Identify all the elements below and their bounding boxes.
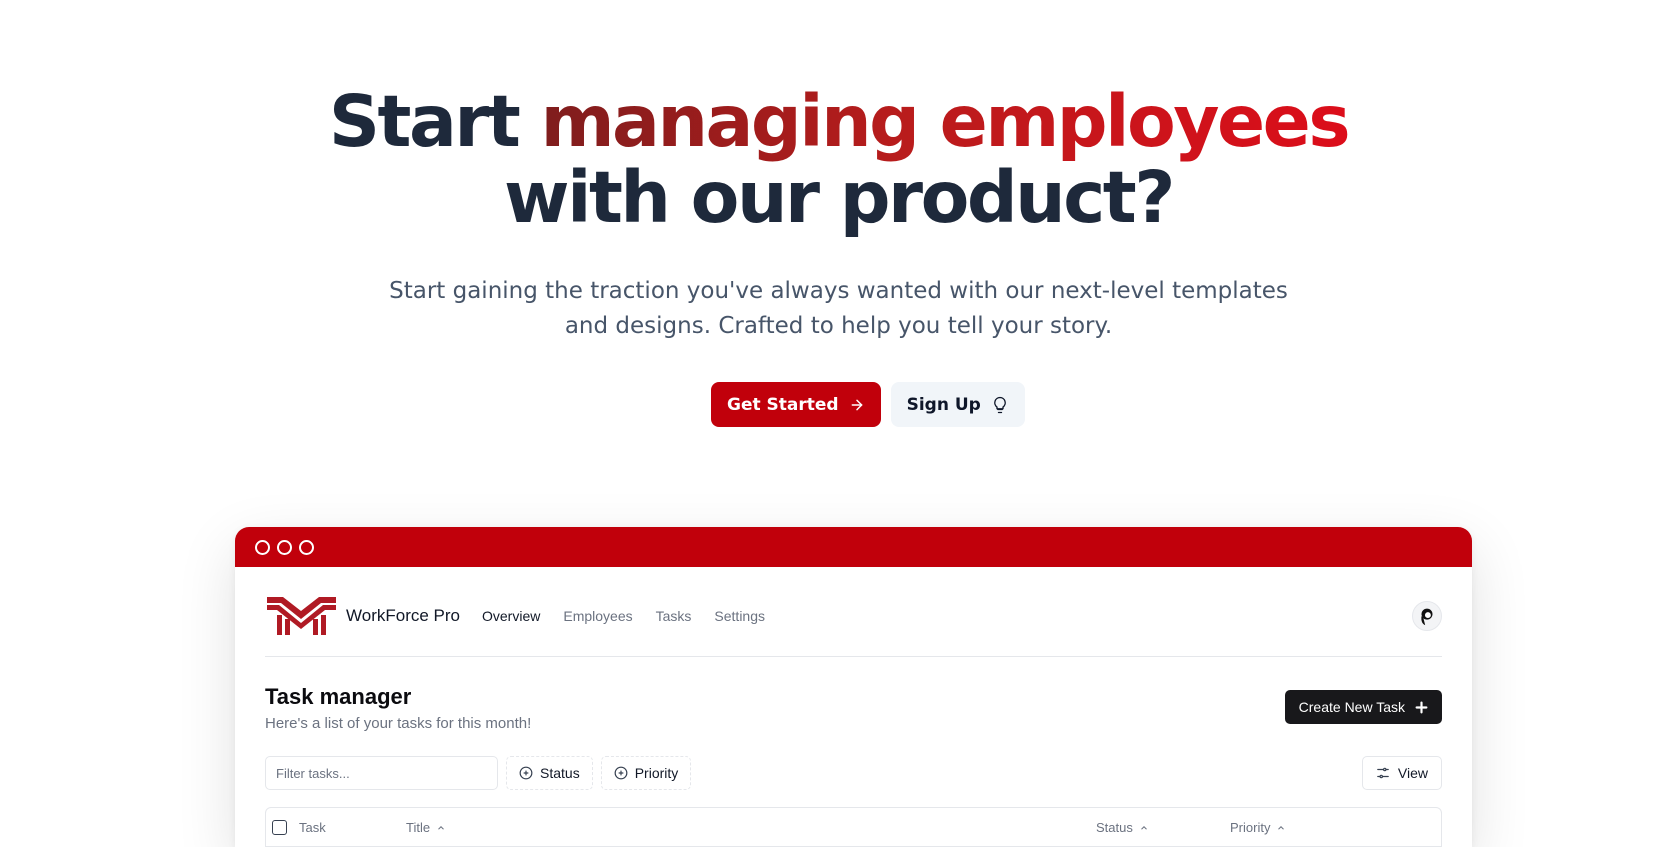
create-task-label: Create New Task	[1298, 699, 1405, 715]
table-header-row: Task Title Status Priority	[265, 807, 1442, 847]
priority-filter-button[interactable]: Priority	[600, 756, 692, 790]
nav-employees[interactable]: Employees	[563, 608, 632, 624]
get-started-label: Get Started	[727, 394, 839, 415]
column-priority: Priority	[1230, 820, 1271, 835]
select-all-checkbox[interactable]	[272, 820, 287, 835]
priority-filter-label: Priority	[634, 765, 679, 781]
status-filter-button[interactable]: Status	[506, 756, 593, 790]
column-priority-header[interactable]: Priority	[1230, 820, 1286, 835]
cta-row: Get Started Sign Up	[711, 382, 1025, 427]
window-dot-icon	[255, 539, 270, 555]
get-started-button[interactable]: Get Started	[711, 382, 881, 427]
view-label: View	[1397, 765, 1428, 781]
hero-subtitle: Start gaining the traction you've always…	[0, 274, 1677, 344]
sign-up-button[interactable]: Sign Up	[890, 382, 1025, 427]
brand-name: WorkForce Pro	[346, 605, 460, 625]
column-status: Status	[1096, 820, 1133, 835]
sign-up-label: Sign Up	[906, 394, 981, 415]
subtitle-line-2: and designs. Crafted to help you tell yo…	[564, 313, 1113, 339]
column-title: Title	[406, 820, 431, 835]
user-avatar[interactable]	[1412, 600, 1442, 631]
column-task: Task	[299, 820, 326, 835]
status-filter-label: Status	[540, 765, 580, 781]
nav-tasks[interactable]: Tasks	[656, 608, 692, 624]
chevron-up-icon	[1140, 825, 1147, 830]
app-preview-window: WorkForce Pro Overview Employees Tasks S…	[235, 527, 1472, 847]
filter-tasks-input[interactable]	[265, 756, 498, 790]
window-dot-icon	[277, 539, 292, 555]
plus-circle-icon	[614, 766, 628, 780]
window-dot-icon	[299, 539, 314, 555]
column-status-header[interactable]: Status	[1096, 820, 1149, 835]
brand[interactable]: WorkForce Pro	[265, 595, 460, 637]
nav-settings[interactable]: Settings	[714, 608, 765, 624]
hero-headline: Start managing employees with our produc…	[0, 84, 1677, 236]
nav-overview[interactable]: Overview	[482, 608, 540, 624]
arrow-right-icon	[851, 399, 862, 410]
page-title: Task manager	[265, 684, 412, 709]
chevron-up-icon	[1278, 825, 1285, 830]
sliders-icon	[1377, 767, 1389, 779]
select-all-cell: Task	[272, 820, 326, 835]
avatar-icon	[1421, 608, 1433, 625]
table-toolbar: Status Priority View	[265, 747, 1442, 799]
column-title-header[interactable]: Title	[406, 820, 446, 835]
create-new-task-button[interactable]: Create New Task	[1284, 690, 1442, 724]
headline-highlight: managing employees	[540, 80, 1351, 163]
task-manager-header: Task manager Here's a list of your tasks…	[265, 657, 1442, 735]
plus-icon	[1415, 701, 1428, 713]
app-content: WorkForce Pro Overview Employees Tasks S…	[235, 567, 1472, 847]
view-options-button[interactable]: View	[1361, 756, 1442, 790]
window-titlebar	[235, 527, 1472, 567]
app-navbar: WorkForce Pro Overview Employees Tasks S…	[265, 567, 1442, 657]
headline-end: with our product?	[504, 156, 1175, 239]
chevron-up-icon	[438, 825, 444, 830]
workforce-logo-icon	[267, 596, 336, 635]
page-description: Here's a list of your tasks for this mon…	[265, 715, 532, 732]
plus-circle-icon	[519, 766, 533, 780]
headline-start: Start	[328, 80, 541, 163]
lightbulb-icon	[993, 396, 1006, 413]
subtitle-line-1: Start gaining the traction you've always…	[389, 278, 1288, 304]
